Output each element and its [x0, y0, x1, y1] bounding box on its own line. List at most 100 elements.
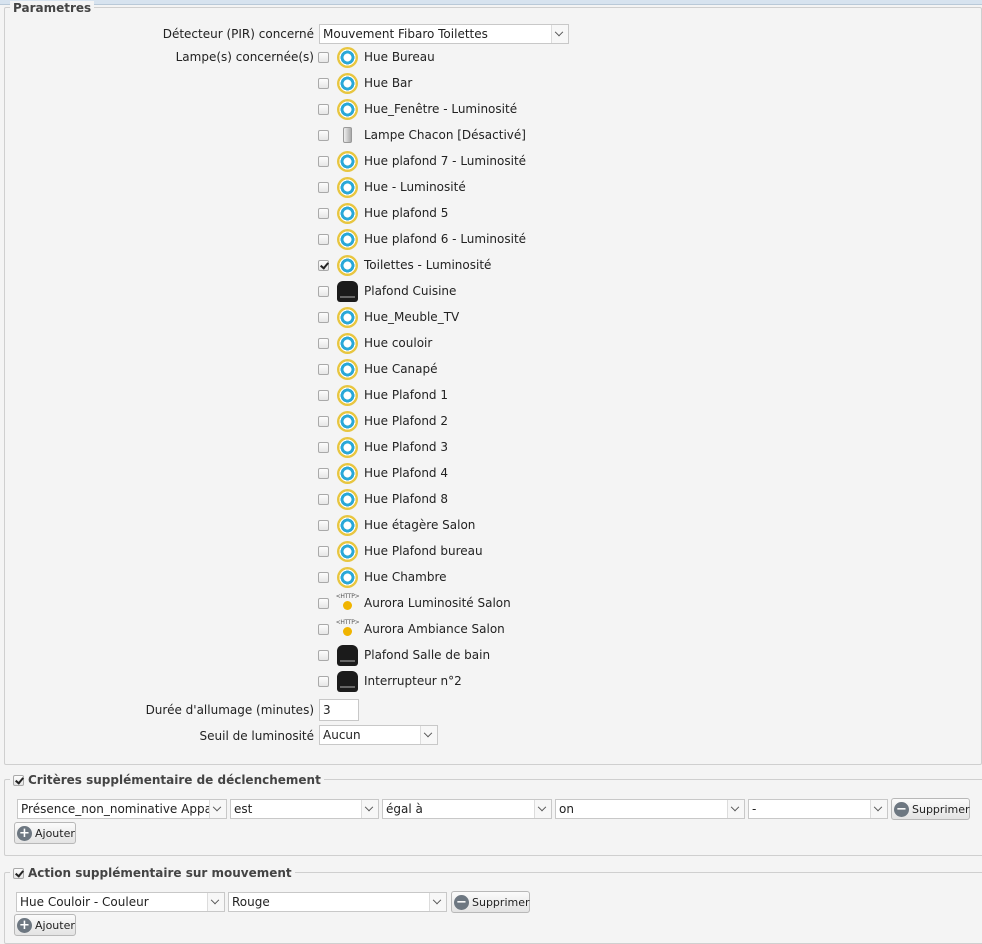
threshold-select-value: Aucun: [323, 728, 361, 742]
criteria-variable-select[interactable]: Présence_non_nominative Apparte: [17, 799, 227, 819]
detector-select[interactable]: Mouvement Fibaro Toilettes: [319, 24, 569, 44]
lamp-row[interactable]: Hue Plafond 2: [318, 410, 448, 432]
hue-bulb-icon: [337, 306, 358, 328]
lamp-checkbox[interactable]: [318, 77, 329, 89]
lamp-checkbox[interactable]: [318, 129, 329, 141]
lamp-label: Hue Bureau: [364, 50, 435, 64]
lamp-checkbox[interactable]: [318, 207, 329, 219]
chevron-down-icon[interactable]: [429, 893, 446, 911]
lamp-label: Hue Plafond 1: [364, 388, 448, 402]
action-value-select[interactable]: Rouge: [228, 892, 447, 912]
lamp-label: Toilettes - Luminosité: [364, 258, 492, 272]
hue-bulb-icon: [337, 540, 358, 562]
lamp-row[interactable]: Lampe Chacon [Désactivé]: [318, 125, 526, 145]
lamp-checkbox[interactable]: [318, 623, 329, 635]
chevron-down-icon[interactable]: [534, 800, 551, 818]
lamps-label: Lampe(s) concernée(s): [175, 50, 314, 64]
lamp-row[interactable]: Hue Plafond 1: [318, 384, 448, 406]
action-remove-button[interactable]: − Supprimer: [451, 891, 530, 913]
criteres-legend-text: Critères supplémentaire de déclenchement: [28, 773, 321, 787]
lamp-checkbox[interactable]: [318, 103, 329, 115]
lamp-checkbox[interactable]: [318, 441, 329, 453]
criteres-checkbox[interactable]: [13, 774, 24, 786]
lamp-row[interactable]: <HTTP> Aurora Luminosité Salon: [318, 593, 511, 613]
lamp-checkbox[interactable]: [318, 181, 329, 193]
criteria-remove-button[interactable]: − Supprimer: [891, 798, 970, 820]
lamp-row[interactable]: Plafond Salle de bain: [318, 644, 491, 666]
lamp-row[interactable]: Hue Canapé: [318, 358, 438, 380]
lamp-checkbox[interactable]: [318, 571, 329, 583]
lamp-row[interactable]: Hue Plafond 8: [318, 488, 448, 510]
lamp-checkbox[interactable]: [318, 467, 329, 479]
hue-bulb-icon: [337, 384, 358, 406]
lamp-row[interactable]: Hue plafond 6 - Luminosité: [318, 228, 526, 250]
lamp-checkbox[interactable]: [318, 493, 329, 505]
chevron-down-icon[interactable]: [361, 800, 378, 818]
parametres-fieldset: [4, 7, 982, 765]
lamp-checkbox[interactable]: [318, 259, 329, 271]
lamp-checkbox[interactable]: [318, 415, 329, 427]
lamp-label: Hue couloir: [364, 336, 433, 350]
lamp-checkbox[interactable]: [318, 311, 329, 323]
lamp-row[interactable]: <HTTP> Aurora Ambiance Salon: [318, 619, 505, 639]
lamp-row[interactable]: Hue Plafond bureau: [318, 540, 483, 562]
threshold-select[interactable]: Aucun: [319, 725, 438, 745]
chevron-down-icon[interactable]: [420, 726, 437, 744]
lamp-checkbox[interactable]: [318, 233, 329, 245]
lamp-row[interactable]: Hue étagère Salon: [318, 514, 475, 536]
chevron-down-icon[interactable]: [870, 800, 887, 818]
lamp-checkbox[interactable]: [318, 155, 329, 167]
criteria-add-button[interactable]: + Ajouter: [14, 822, 76, 844]
lamp-row[interactable]: Hue Chambre: [318, 566, 447, 588]
lamp-row[interactable]: Hue_Meuble_TV: [318, 306, 459, 328]
lamp-row[interactable]: Interrupteur n°2: [318, 670, 462, 692]
criteria-comparator-select[interactable]: égal à: [382, 799, 552, 819]
lamp-label: Hue Plafond bureau: [364, 544, 483, 558]
hue-bulb-icon: [337, 332, 358, 354]
lamp-checkbox[interactable]: [318, 675, 329, 687]
lamp-row[interactable]: Plafond Cuisine: [318, 280, 457, 302]
lamp-row[interactable]: Hue_Fenêtre - Luminosité: [318, 98, 517, 120]
action-legend-text: Action supplémentaire sur mouvement: [28, 866, 292, 880]
lamp-row[interactable]: Hue couloir: [318, 332, 433, 354]
action-add-button[interactable]: + Ajouter: [14, 914, 76, 936]
lamp-checkbox[interactable]: [318, 649, 329, 661]
hue-bulb-icon: [337, 462, 358, 484]
lamp-checkbox[interactable]: [318, 363, 329, 375]
lamp-row[interactable]: Hue Plafond 4: [318, 462, 448, 484]
lamp-checkbox[interactable]: [318, 285, 329, 297]
action-checkbox[interactable]: [13, 867, 24, 879]
hue-bulb-icon: [337, 150, 358, 172]
lamp-label: Hue plafond 7 - Luminosité: [364, 154, 527, 168]
duration-input[interactable]: 3: [319, 699, 359, 721]
chevron-down-icon[interactable]: [207, 893, 224, 911]
criteria-extra-select[interactable]: -: [748, 799, 888, 819]
lamp-row[interactable]: Hue - Luminosité: [318, 176, 466, 198]
lamp-row[interactable]: Hue Bar: [318, 72, 412, 94]
lamp-row[interactable]: Toilettes - Luminosité: [318, 254, 492, 276]
lamp-checkbox[interactable]: [318, 337, 329, 349]
criteria-extra-value: -: [752, 802, 757, 816]
lamp-checkbox[interactable]: [318, 389, 329, 401]
lamp-checkbox[interactable]: [318, 519, 329, 531]
chevron-down-icon[interactable]: [727, 800, 744, 818]
criteria-value-select[interactable]: on: [555, 799, 745, 819]
lamp-row[interactable]: Hue plafond 7 - Luminosité: [318, 150, 527, 172]
detector-label: Détecteur (PIR) concerné: [162, 27, 314, 41]
lamp-row[interactable]: Hue Plafond 3: [318, 436, 448, 458]
lamp-checkbox[interactable]: [318, 545, 329, 557]
lamp-row[interactable]: Hue plafond 5: [318, 202, 448, 224]
lamp-checkbox[interactable]: [318, 51, 329, 63]
action-device-select[interactable]: Hue Couloir - Couleur: [16, 892, 225, 912]
lamp-label: Hue Plafond 3: [364, 440, 448, 454]
chevron-down-icon[interactable]: [209, 800, 226, 818]
lamp-label: Plafond Salle de bain: [364, 648, 491, 662]
lamp-label: Hue Plafond 4: [364, 466, 448, 480]
criteria-operator-select[interactable]: est: [230, 799, 379, 819]
lamp-row[interactable]: Hue Bureau: [318, 46, 435, 68]
hue-bulb-icon: [337, 72, 358, 94]
lamp-checkbox[interactable]: [318, 597, 329, 609]
chevron-down-icon[interactable]: [551, 25, 568, 43]
lamp-label: Plafond Cuisine: [364, 284, 457, 298]
action-value-value: Rouge: [232, 895, 270, 909]
